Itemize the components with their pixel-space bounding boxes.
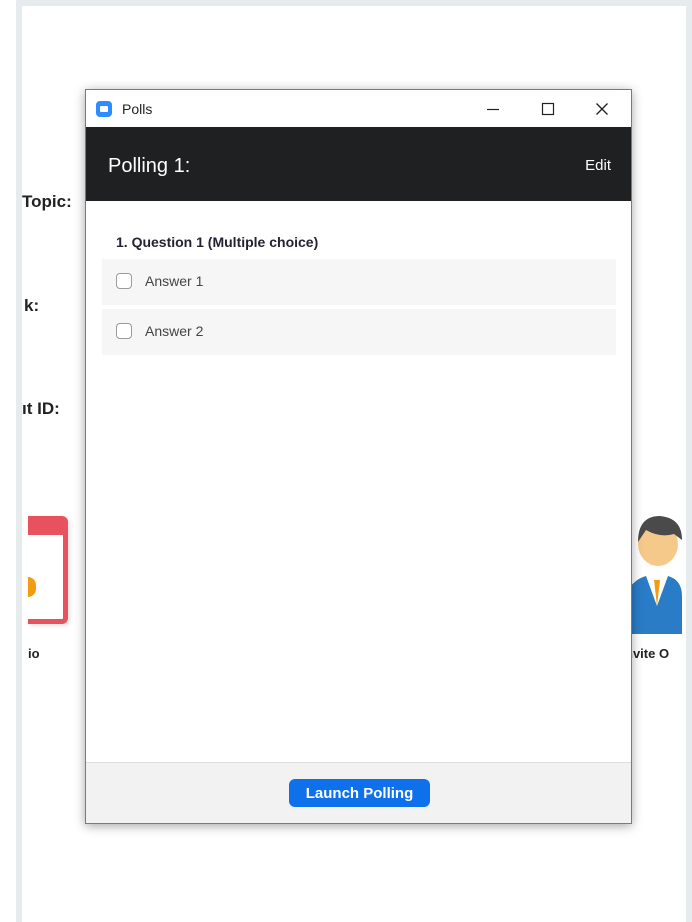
window-title: Polls (122, 101, 153, 117)
bg-meeting-id-label: ıt ID: (22, 399, 60, 418)
invite-avatar-icon[interactable] (624, 508, 682, 634)
maximize-icon (541, 102, 555, 115)
launch-polling-button[interactable]: Launch Polling (289, 779, 430, 807)
edit-link[interactable]: Edit (585, 157, 611, 174)
answer-label: Answer 2 (145, 323, 204, 339)
bg-audio-label: io (28, 646, 40, 661)
answer-label: Answer 1 (145, 273, 204, 289)
bg-link-label: k: (24, 296, 40, 315)
audio-icon (28, 577, 36, 597)
bg-topic-label: Topic: (22, 192, 72, 211)
answer-option[interactable]: Answer 1 (102, 259, 616, 305)
close-button[interactable] (579, 90, 625, 127)
poll-title: Polling 1: (108, 155, 191, 177)
polls-window: Polls Polling 1: Edit 1. Question 1 (Mul… (85, 89, 632, 824)
title-bar[interactable]: Polls (86, 90, 631, 127)
card-strip (28, 521, 63, 535)
audio-card[interactable] (28, 516, 68, 624)
question-title: 1. Question 1 (Multiple choice) (116, 234, 319, 250)
minimize-button[interactable] (470, 90, 516, 127)
close-icon (596, 102, 608, 115)
answer-checkbox[interactable] (116, 273, 132, 289)
poll-header: Polling 1: Edit (86, 127, 631, 201)
answer-checkbox[interactable] (116, 323, 132, 339)
minimize-icon (487, 108, 499, 110)
poll-footer: Launch Polling (86, 762, 631, 823)
zoom-app-icon (96, 101, 112, 117)
maximize-button[interactable] (525, 90, 571, 127)
answer-option[interactable]: Answer 2 (102, 309, 616, 355)
